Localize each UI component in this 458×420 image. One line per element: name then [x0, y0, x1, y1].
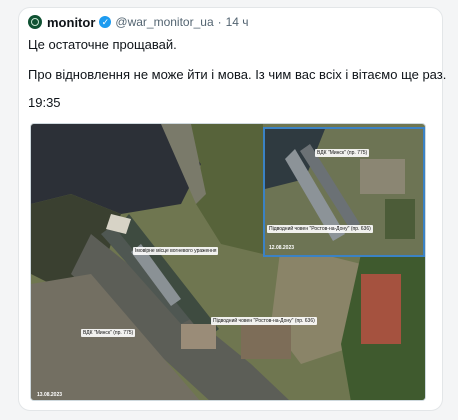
separator-dot: · [217, 15, 222, 29]
submarine-label: Підводний човен "Ростов-на-Дону" (пр. 63… [211, 317, 317, 325]
inset-submarine-label: Підводний човен "Ростов-на-Дону" (пр. 63… [267, 225, 373, 233]
author-name[interactable]: monitor [47, 15, 95, 30]
inset-image-date: 12.08.2023 [269, 245, 295, 251]
landing-ship-label: ВДК "Минск" (пр. 775) [81, 329, 136, 337]
tweet-text-line-2: Про відновлення не може йти і мова. Із ч… [28, 67, 447, 82]
inset-image [265, 129, 423, 255]
inset-satellite-image: ВДК "Минск" (пр. 775) Підводний човен "Р… [263, 127, 425, 257]
tweet-text-line-1: Це остаточне прощавай. [28, 37, 177, 52]
tweet-header: monitor ✓ @war_monitor_ua · 14 ч [47, 14, 249, 30]
tweet-posted-time: 19:35 [28, 95, 61, 110]
tweet-time-ago[interactable]: 14 ч [226, 15, 249, 29]
tweet-media-image[interactable]: Імовірне місце вогневого ураження Підвод… [30, 123, 426, 401]
damage-location-label: Імовірне місце вогневого ураження [133, 247, 219, 255]
author-handle[interactable]: @war_monitor_ua [115, 15, 213, 29]
avatar[interactable] [28, 15, 42, 29]
avatar-logo-icon [31, 18, 39, 26]
inset-landing-ship-label: ВДК "Минск" (пр. 775) [315, 149, 370, 157]
verified-badge-icon: ✓ [99, 16, 112, 28]
main-image-date: 13.08.2023 [37, 392, 63, 398]
